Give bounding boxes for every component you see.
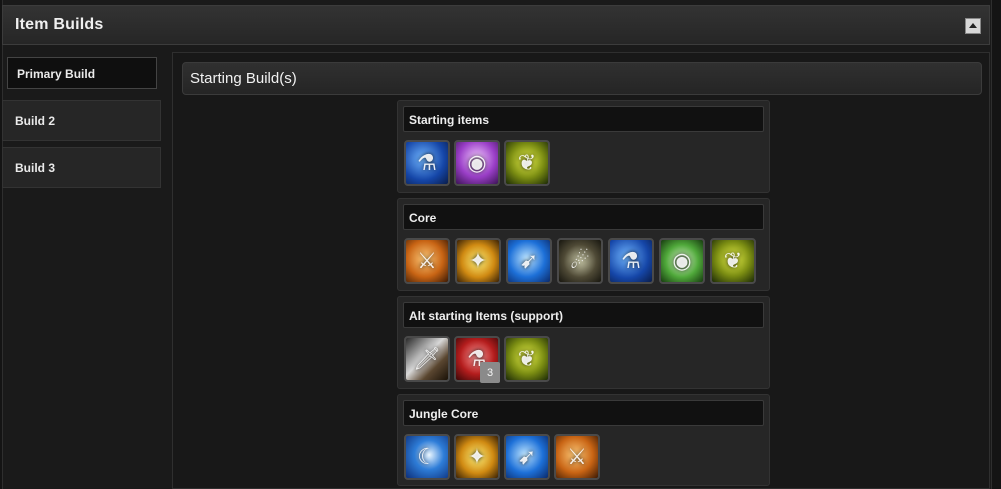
- item-group-starting: Starting items ⚗ ◉ ❦: [397, 100, 770, 193]
- group-title-bar: Alt starting Items (support): [403, 302, 764, 328]
- golden-boots-icon[interactable]: ✦: [455, 238, 501, 284]
- panel-title: Item Builds: [15, 16, 104, 33]
- golden-sprout-icon[interactable]: ❦: [504, 140, 550, 186]
- group-title: Starting items: [409, 113, 490, 127]
- sword-icon[interactable]: 🗡: [404, 336, 450, 382]
- golden-sprout-icon[interactable]: ❦: [504, 336, 550, 382]
- purple-eye-ward-icon[interactable]: ◉: [454, 140, 500, 186]
- tab-primary-build[interactable]: Primary Build: [7, 57, 157, 89]
- mana-potion-icon[interactable]: ⚗: [404, 140, 450, 186]
- panel-header: Item Builds: [2, 5, 990, 45]
- tab-label: Build 3: [15, 161, 56, 175]
- blue-crescent-icon[interactable]: ☾: [404, 434, 450, 480]
- golden-sprout-icon[interactable]: ❦: [710, 238, 756, 284]
- group-title: Alt starting Items (support): [409, 309, 564, 323]
- item-count-badge: 3: [480, 362, 500, 383]
- group-title: Jungle Core: [409, 407, 479, 421]
- orange-axe-icon[interactable]: ⚔: [404, 238, 450, 284]
- section-header: Starting Build(s): [182, 62, 982, 95]
- group-title-bar: Core: [403, 204, 764, 230]
- tab-label: Build 2: [15, 114, 56, 128]
- tab-build-3[interactable]: Build 3: [2, 147, 161, 188]
- blue-crossbow-icon[interactable]: ➹: [504, 434, 550, 480]
- tab-build-2[interactable]: Build 2: [2, 100, 161, 141]
- collapse-button[interactable]: [965, 18, 981, 34]
- item-group-core: Core ⚔ ✦ ➹ ☄ ⚗ ◉ ❦: [397, 198, 770, 291]
- item-group-alt-starting: Alt starting Items (support) 🗡 ⚗ ❦: [397, 296, 770, 389]
- dark-horn-icon[interactable]: ☄: [557, 238, 603, 284]
- tab-label: Primary Build: [17, 67, 96, 81]
- item-group-jungle-core: Jungle Core ☾ ✦ ➹ ⚔: [397, 394, 770, 486]
- mana-potion-icon[interactable]: ⚗: [608, 238, 654, 284]
- golden-boots-icon[interactable]: ✦: [454, 434, 500, 480]
- group-title: Core: [409, 211, 437, 225]
- group-title-bar: Jungle Core: [403, 400, 764, 426]
- blue-crossbow-icon[interactable]: ➹: [506, 238, 552, 284]
- orange-axe-icon[interactable]: ⚔: [554, 434, 600, 480]
- section-title: Starting Build(s): [190, 70, 297, 87]
- group-title-bar: Starting items: [403, 106, 764, 132]
- green-eye-ward-icon[interactable]: ◉: [659, 238, 705, 284]
